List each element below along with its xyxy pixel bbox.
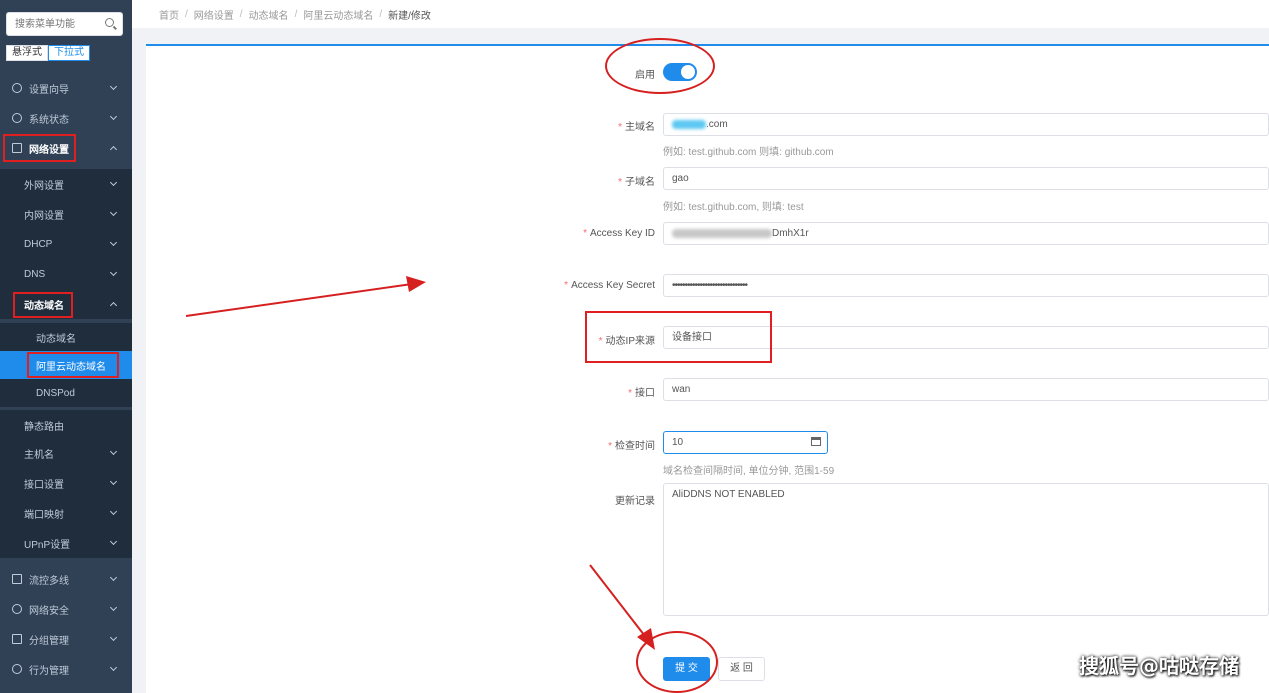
compass-icon [12, 83, 22, 93]
interval-input[interactable]: 10 [663, 431, 828, 454]
aksecret-label: * Access Key Secret [564, 280, 655, 291]
chevron-down-icon [109, 238, 118, 247]
chevron-down-icon [109, 537, 118, 546]
sidebar-item-upnp[interactable]: UPnP设置 [0, 528, 132, 558]
breadcrumb-network[interactable]: 网络设置 [194, 7, 234, 22]
breadcrumb-current: 新建/修改 [388, 10, 431, 22]
domain-hint: 例如: test.github.com 则填: github.com [663, 147, 834, 158]
chevron-down-icon [109, 573, 118, 582]
annotation-box-aliyun-ddns [27, 352, 119, 378]
sidebar-item-wan[interactable]: 外网设置 [0, 169, 132, 199]
sidebar: 悬浮式 下拉式 设置向导 系统状态 网络设置 外网设置 内网设置 DHCP DN… [0, 0, 132, 693]
sidebar-item-group-management[interactable]: 分组管理 [0, 624, 132, 654]
watermark: 搜狐号@咕哒存储 [1079, 654, 1239, 678]
akid-field[interactable]: DmhX1r [663, 222, 1269, 245]
chevron-down-icon [109, 208, 118, 217]
subdomain-field[interactable]: gao [663, 167, 1269, 190]
sidebar-item-setup-wizard[interactable]: 设置向导 [0, 73, 132, 103]
shield-icon [12, 604, 22, 614]
sidebar-item-network-security[interactable]: 网络安全 [0, 594, 132, 624]
sidebar-item-dns[interactable]: DNS [0, 259, 132, 289]
iface-label: * 接口 [628, 388, 655, 399]
domain-label: * 主域名 [618, 122, 655, 133]
breadcrumb-aliyun[interactable]: 阿里云动态域名 [303, 7, 373, 22]
back-button[interactable]: 返 回 [718, 657, 765, 681]
annotation-box-ddns [13, 292, 73, 318]
sidebar-item-behavior-management[interactable]: 行为管理 [0, 654, 132, 684]
sidebar-item-dhcp[interactable]: DHCP [0, 229, 132, 259]
chevron-down-icon [109, 633, 118, 642]
sidebar-item-traffic-control[interactable]: 流控多线 [0, 564, 132, 594]
redacted-mask [672, 119, 706, 129]
log-textarea[interactable]: AliDDNS NOT ENABLED [663, 483, 1269, 616]
sidebar-item-dnspod[interactable]: DNSPod [0, 379, 132, 407]
sidebar-item-system-status[interactable]: 系统状态 [0, 103, 132, 133]
breadcrumb: 首页 / 网络设置 / 动态域名 / 阿里云动态域名 / 新建/修改 [132, 0, 1269, 28]
annotation-box-network-settings [3, 134, 76, 162]
menu-search-input[interactable] [7, 13, 97, 35]
breadcrumb-ddns[interactable]: 动态域名 [249, 7, 289, 22]
interval-label: * 检查时间 [608, 441, 655, 452]
dashboard-icon [12, 113, 22, 123]
log-label: 更新记录 [615, 496, 655, 507]
stepper-icon[interactable] [811, 437, 821, 446]
domain-field[interactable]: .com [663, 113, 1269, 136]
document-icon [12, 634, 22, 644]
menu-search-box[interactable] [6, 12, 123, 36]
sidebar-item-lan[interactable]: 内网设置 [0, 199, 132, 229]
menu-mode-switch: 悬浮式 下拉式 [6, 45, 90, 61]
sidebar-item-hostname[interactable]: 主机名 [0, 438, 132, 468]
chevron-down-icon [109, 663, 118, 672]
akid-label: * Access Key ID [583, 228, 655, 239]
search-icon[interactable] [105, 18, 114, 27]
chevron-down-icon [109, 268, 118, 277]
chevron-down-icon [109, 507, 118, 516]
chevron-down-icon [109, 603, 118, 612]
aksecret-field[interactable]: •••••••••••••••••••••••••••••• [663, 274, 1269, 297]
chevron-up-icon [109, 301, 118, 310]
chevron-down-icon [109, 477, 118, 486]
sidebar-item-static-route[interactable]: 静态路由 [0, 410, 132, 440]
chevron-up-icon [109, 145, 118, 154]
form-panel: 启用 * 主域名 .com 例如: test.github.com 则填: git… [146, 38, 1269, 693]
sidebar-item-interface-settings[interactable]: 接口设置 [0, 468, 132, 498]
sidebar-item-port-mapping[interactable]: 端口映射 [0, 498, 132, 528]
network-icon [12, 574, 22, 584]
chevron-down-icon [109, 178, 118, 187]
chevron-down-icon [109, 447, 118, 456]
subdomain-hint: 例如: test.github.com, 则填: test [663, 202, 804, 213]
sidebar-item-ddns-generic[interactable]: 动态域名 [0, 323, 132, 351]
annotation-box-ip-source [585, 311, 772, 363]
annotation-circle-toggle [605, 38, 715, 94]
iface-select[interactable]: wan [663, 378, 1269, 401]
chevron-down-icon [109, 82, 118, 91]
chevron-down-icon [109, 112, 118, 121]
redacted-mask [672, 228, 772, 238]
mode-dropdown-button[interactable]: 下拉式 [48, 45, 90, 61]
annotation-circle-submit [636, 631, 718, 693]
filter-icon [12, 664, 22, 674]
interval-hint: 域名检查间隔时间, 单位分钟, 范围1-59 [663, 466, 835, 477]
subdomain-label: * 子域名 [618, 177, 655, 188]
mode-float-button[interactable]: 悬浮式 [6, 45, 48, 61]
breadcrumb-home[interactable]: 首页 [159, 7, 179, 22]
